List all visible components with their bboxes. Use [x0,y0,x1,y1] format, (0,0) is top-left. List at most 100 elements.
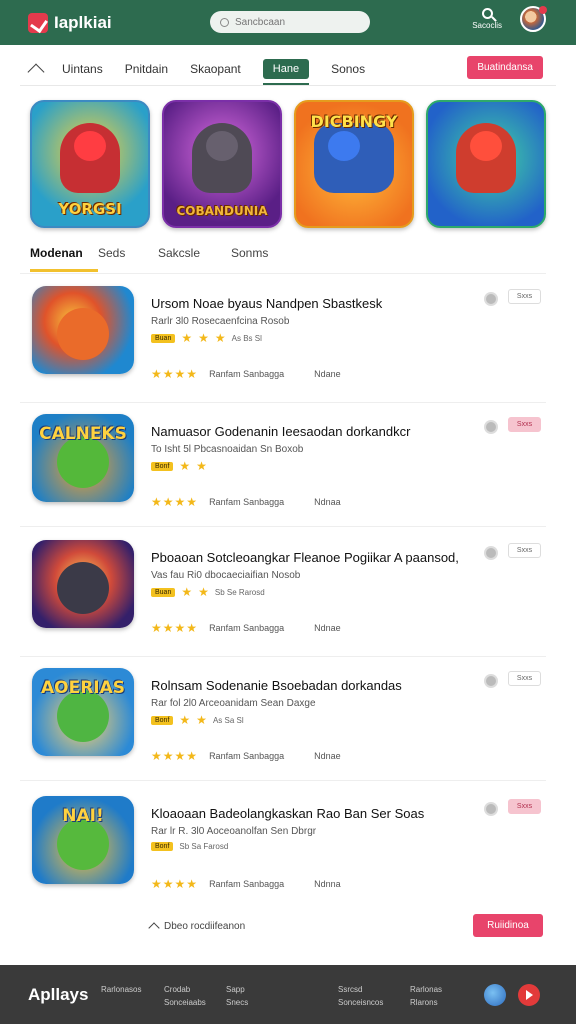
row-action-button[interactable]: Sxxs [508,417,541,432]
youtube-icon[interactable] [518,984,540,1006]
app-meta: Bonf ★ ★ As Sa Sl [151,714,244,726]
notification-dot [539,6,547,14]
footer-link[interactable]: Rarlonasos [101,983,141,996]
gear-icon[interactable] [486,548,496,558]
app-title[interactable]: Ursom Noae byaus Nandpen Sbastkesk [151,296,382,311]
app-bottom: ★ ★ ★ ★ Ranfam Sanbagga Ndnae [151,622,341,634]
featured-tile[interactable]: DICBINGY [294,100,414,228]
app-title[interactable]: Rolnsam Sodenanie Bsoebadan dorkandas [151,678,402,693]
nav-item-1[interactable]: Uintans [62,62,103,76]
footer-link[interactable]: Sonceiaabs [164,996,206,1009]
app-bottom: ★ ★ ★ ★ Ranfam Sanbagga Ndnaa [151,496,341,508]
row-divider [20,780,546,781]
load-more-button[interactable]: Ruiidinoa [473,914,543,937]
app-bottom: ★ ★ ★ ★ Ranfam Sanbagga Ndane [151,368,341,380]
app-mini: As Bs Sl [231,333,262,343]
tab-2[interactable]: Seds [98,246,158,272]
footer-logo[interactable]: Apllays [28,985,88,1005]
nav-divider [20,85,556,86]
app-meta: Buan ★ ★ Sb Se Rarosd [151,586,265,598]
app-bottom: ★ ★ ★ ★ Ranfam Sanbagga Ndnae [151,750,341,762]
row-action-button[interactable]: Sxxs [508,289,541,304]
nav-item-3[interactable]: Skaopant [190,62,241,76]
footer-col-1: Rarlonasos [101,983,141,996]
globe-icon[interactable] [484,984,506,1006]
gear-icon[interactable] [486,804,496,814]
app-icon[interactable] [32,286,134,374]
app-desc: To Isht 5l Pbcasnoaidan Sn Boxob [151,444,304,455]
show-more-label: Dbeo rocdiifeanon [164,921,246,932]
app-badge: Bonf [151,461,174,471]
star-icon: ★ [181,331,193,345]
footer-col-5: Rarlonas Rlarons [410,983,442,1009]
app-developer: Ranfam Sanbagga [209,369,285,379]
app-meta: Bonf ★ ★ [151,460,213,472]
app-mini: Sb Sa Farosd [179,842,229,851]
home-icon[interactable] [27,63,45,81]
gear-icon[interactable] [486,676,496,686]
footer-link[interactable]: Snecs [226,996,248,1009]
footer-link[interactable]: Ssrcsd [338,983,383,996]
header-search-label: Sacoclis [472,21,502,30]
character-art [192,122,252,193]
nav-item-2[interactable]: Pnitdain [125,62,168,76]
character-art [60,122,120,193]
featured-tile[interactable]: COBANDUNIA [162,100,282,228]
featured-tile[interactable]: YORGSI [30,100,150,228]
app-logo[interactable]: Iaplkiai [28,12,112,33]
rating-stars: ★ ★ ★ ★ [151,495,198,509]
app-title[interactable]: Kloaoaan Badeolangkaskan Rao Ban Ser Soa… [151,806,424,821]
app-icon[interactable]: NAI! [32,796,134,884]
tab-4[interactable]: Sonms [231,246,301,272]
footer: Apllays Rarlonasos Crodab Sonceiaabs Sap… [0,965,576,1024]
star-icon: ★ [196,459,207,473]
chevron-up-icon [148,922,160,934]
footer-link[interactable]: Sapp [226,983,248,996]
rating-stars: ★ ★ ★ ★ [151,367,198,381]
rating-stars: ★ ★ ★ ★ [151,749,198,763]
app-bottom: ★ ★ ★ ★ Ranfam Sanbagga Ndnna [151,878,341,890]
gear-icon[interactable] [486,422,496,432]
star-icon: ★ [181,585,193,599]
avatar[interactable] [520,6,547,32]
footer-link[interactable]: Crodab [164,983,206,996]
footer-link[interactable]: Rarlonas [410,983,442,996]
nav-cta-button[interactable]: Buatindansa [467,56,543,79]
featured-tile[interactable] [426,100,546,228]
tab-1[interactable]: Modenan [30,246,98,272]
star-icon: ★ [198,585,209,599]
header-search-button[interactable]: Sacoclis [472,8,502,30]
nav-item-active[interactable]: Hane [262,59,310,85]
tile-title: YORGSI [58,200,122,218]
search-icon [220,17,229,27]
row-action-button[interactable]: Sxxs [508,671,541,686]
footer-link[interactable]: Rlarons [410,996,442,1009]
app-icon-label: AOERIAS [40,678,126,698]
magnifier-icon [481,8,493,19]
row-divider [20,402,546,403]
row-action-button[interactable]: Sxxs [508,799,541,814]
search-box[interactable] [210,11,370,33]
app-icon[interactable]: AOERIAS [32,668,134,756]
app-desc: Rarlr 3l0 Rosecaenfcina Rosob [151,316,290,327]
show-more-link[interactable]: Dbeo rocdiifeanon [148,921,246,934]
row-action-button[interactable]: Sxxs [508,543,541,558]
app-title[interactable]: Pboaoan Sotcleoangkar Fleanoe Pogiikar A… [151,550,459,565]
app-badge: Buan [151,587,176,597]
footer-col-2: Crodab Sonceiaabs [164,983,206,1009]
nav-item-last[interactable]: Sonos [331,62,365,76]
rating-stars: ★ ★ ★ ★ [151,621,198,635]
app-icon[interactable]: CALNEKS [32,414,134,502]
main-nav: Uintans Pnitdain Skaopant Hane Sonos Bua… [0,56,576,85]
star-icon: ★ [196,713,207,727]
star-icon: ★ [214,331,226,345]
search-input[interactable] [235,16,355,28]
app-icon[interactable] [32,540,134,628]
app-category: Ndnae [314,751,341,761]
app-badge: Bonf [151,715,174,725]
gear-icon[interactable] [486,294,496,304]
footer-link[interactable]: Sonceisncos [338,996,383,1009]
rating-stars: ★ ★ ★ ★ [151,877,198,891]
app-title[interactable]: Namuasor Godenanin Ieesaodan dorkandkcr [151,424,410,439]
tab-3[interactable]: Sakcsle [158,246,231,272]
